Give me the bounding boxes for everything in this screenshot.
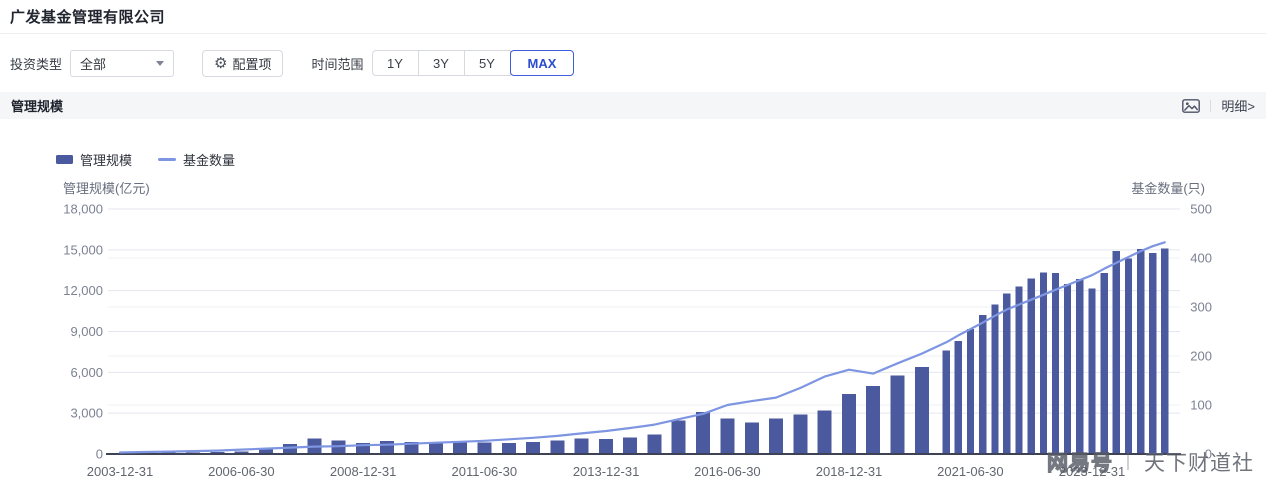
- chart-legend: 管理规模 基金数量: [56, 150, 235, 169]
- time-button-5y[interactable]: 5Y: [463, 50, 511, 76]
- time-range-group: 1Y 3Y 5Y MAX: [371, 50, 575, 76]
- legend-label: 基金数量: [183, 153, 236, 168]
- chevron-down-icon: [156, 60, 165, 66]
- time-button-max[interactable]: MAX: [509, 50, 575, 76]
- gear-icon: ⚙: [214, 54, 228, 72]
- left-axis-title: 管理规模(亿元): [63, 181, 150, 196]
- line-swatch: [158, 158, 177, 161]
- svg-text:0: 0: [96, 447, 103, 462]
- section-title: 管理规模: [11, 99, 64, 114]
- investment-type-value: 全部: [80, 56, 107, 72]
- svg-text:500: 500: [1190, 202, 1212, 217]
- legend-item-aum[interactable]: 管理规模: [56, 150, 132, 169]
- divider: [1210, 99, 1212, 112]
- svg-text:2016-06-30: 2016-06-30: [694, 464, 761, 479]
- svg-text:300: 300: [1190, 300, 1212, 315]
- section-header: 管理规模 明细>: [0, 92, 1266, 119]
- legend-item-fund-count[interactable]: 基金数量: [158, 150, 235, 169]
- page-header: 广发基金管理有限公司: [0, 0, 1266, 34]
- investment-type-label: 投资类型: [10, 56, 63, 72]
- svg-text:3,000: 3,000: [70, 406, 103, 421]
- svg-text:0: 0: [1205, 447, 1212, 462]
- svg-text:2011-06-30: 2011-06-30: [452, 464, 518, 479]
- aum-chart[interactable]: 0 3,000 6,000 9,000 12,000 15,000 18,000 0 100 20…: [0, 119, 1266, 488]
- time-button-1y[interactable]: 1Y: [371, 50, 419, 76]
- svg-text:6,000: 6,000: [70, 365, 103, 380]
- page-title: 广发基金管理有限公司: [10, 9, 166, 26]
- svg-text:200: 200: [1190, 349, 1212, 364]
- time-range-label: 时间范围: [311, 56, 364, 72]
- investment-type-select[interactable]: 全部: [70, 49, 175, 77]
- svg-text:2003-12-31: 2003-12-31: [87, 464, 154, 479]
- svg-text:2008-12-31: 2008-12-31: [330, 464, 397, 479]
- detail-link[interactable]: 明细>: [1221, 96, 1255, 115]
- svg-text:18,000: 18,000: [63, 202, 103, 217]
- svg-text:9,000: 9,000: [70, 324, 103, 339]
- right-axis-title: 基金数量(只): [1131, 181, 1205, 196]
- chart-image-icon[interactable]: [1182, 98, 1201, 113]
- svg-text:2006-06-30: 2006-06-30: [208, 464, 275, 479]
- config-button-label: 配置项: [232, 56, 272, 72]
- section-header-actions: 明细>: [1182, 96, 1255, 115]
- svg-text:2021-06-30: 2021-06-30: [937, 464, 1004, 479]
- legend-label: 管理规模: [80, 153, 133, 168]
- svg-text:2018-12-31: 2018-12-31: [816, 464, 883, 479]
- svg-text:15,000: 15,000: [63, 242, 103, 257]
- config-button[interactable]: ⚙ 配置项: [202, 49, 284, 77]
- svg-text:400: 400: [1190, 251, 1212, 266]
- aum-chart-panel: 管理规模 基金数量 管理规模(亿元) 基金数量(只) 0 3,000 6,000 9,0…: [0, 119, 1266, 488]
- toolbar: 投资类型 全部 ⚙ 配置项 时间范围 1Y 3Y 5Y MAX: [0, 34, 1266, 92]
- svg-text:2013-12-31: 2013-12-31: [573, 464, 640, 479]
- bar-swatch: [56, 155, 73, 164]
- svg-text:2023-12-31: 2023-12-31: [1059, 464, 1126, 479]
- time-button-3y[interactable]: 3Y: [417, 50, 465, 76]
- svg-text:12,000: 12,000: [63, 283, 103, 298]
- svg-text:100: 100: [1190, 398, 1212, 413]
